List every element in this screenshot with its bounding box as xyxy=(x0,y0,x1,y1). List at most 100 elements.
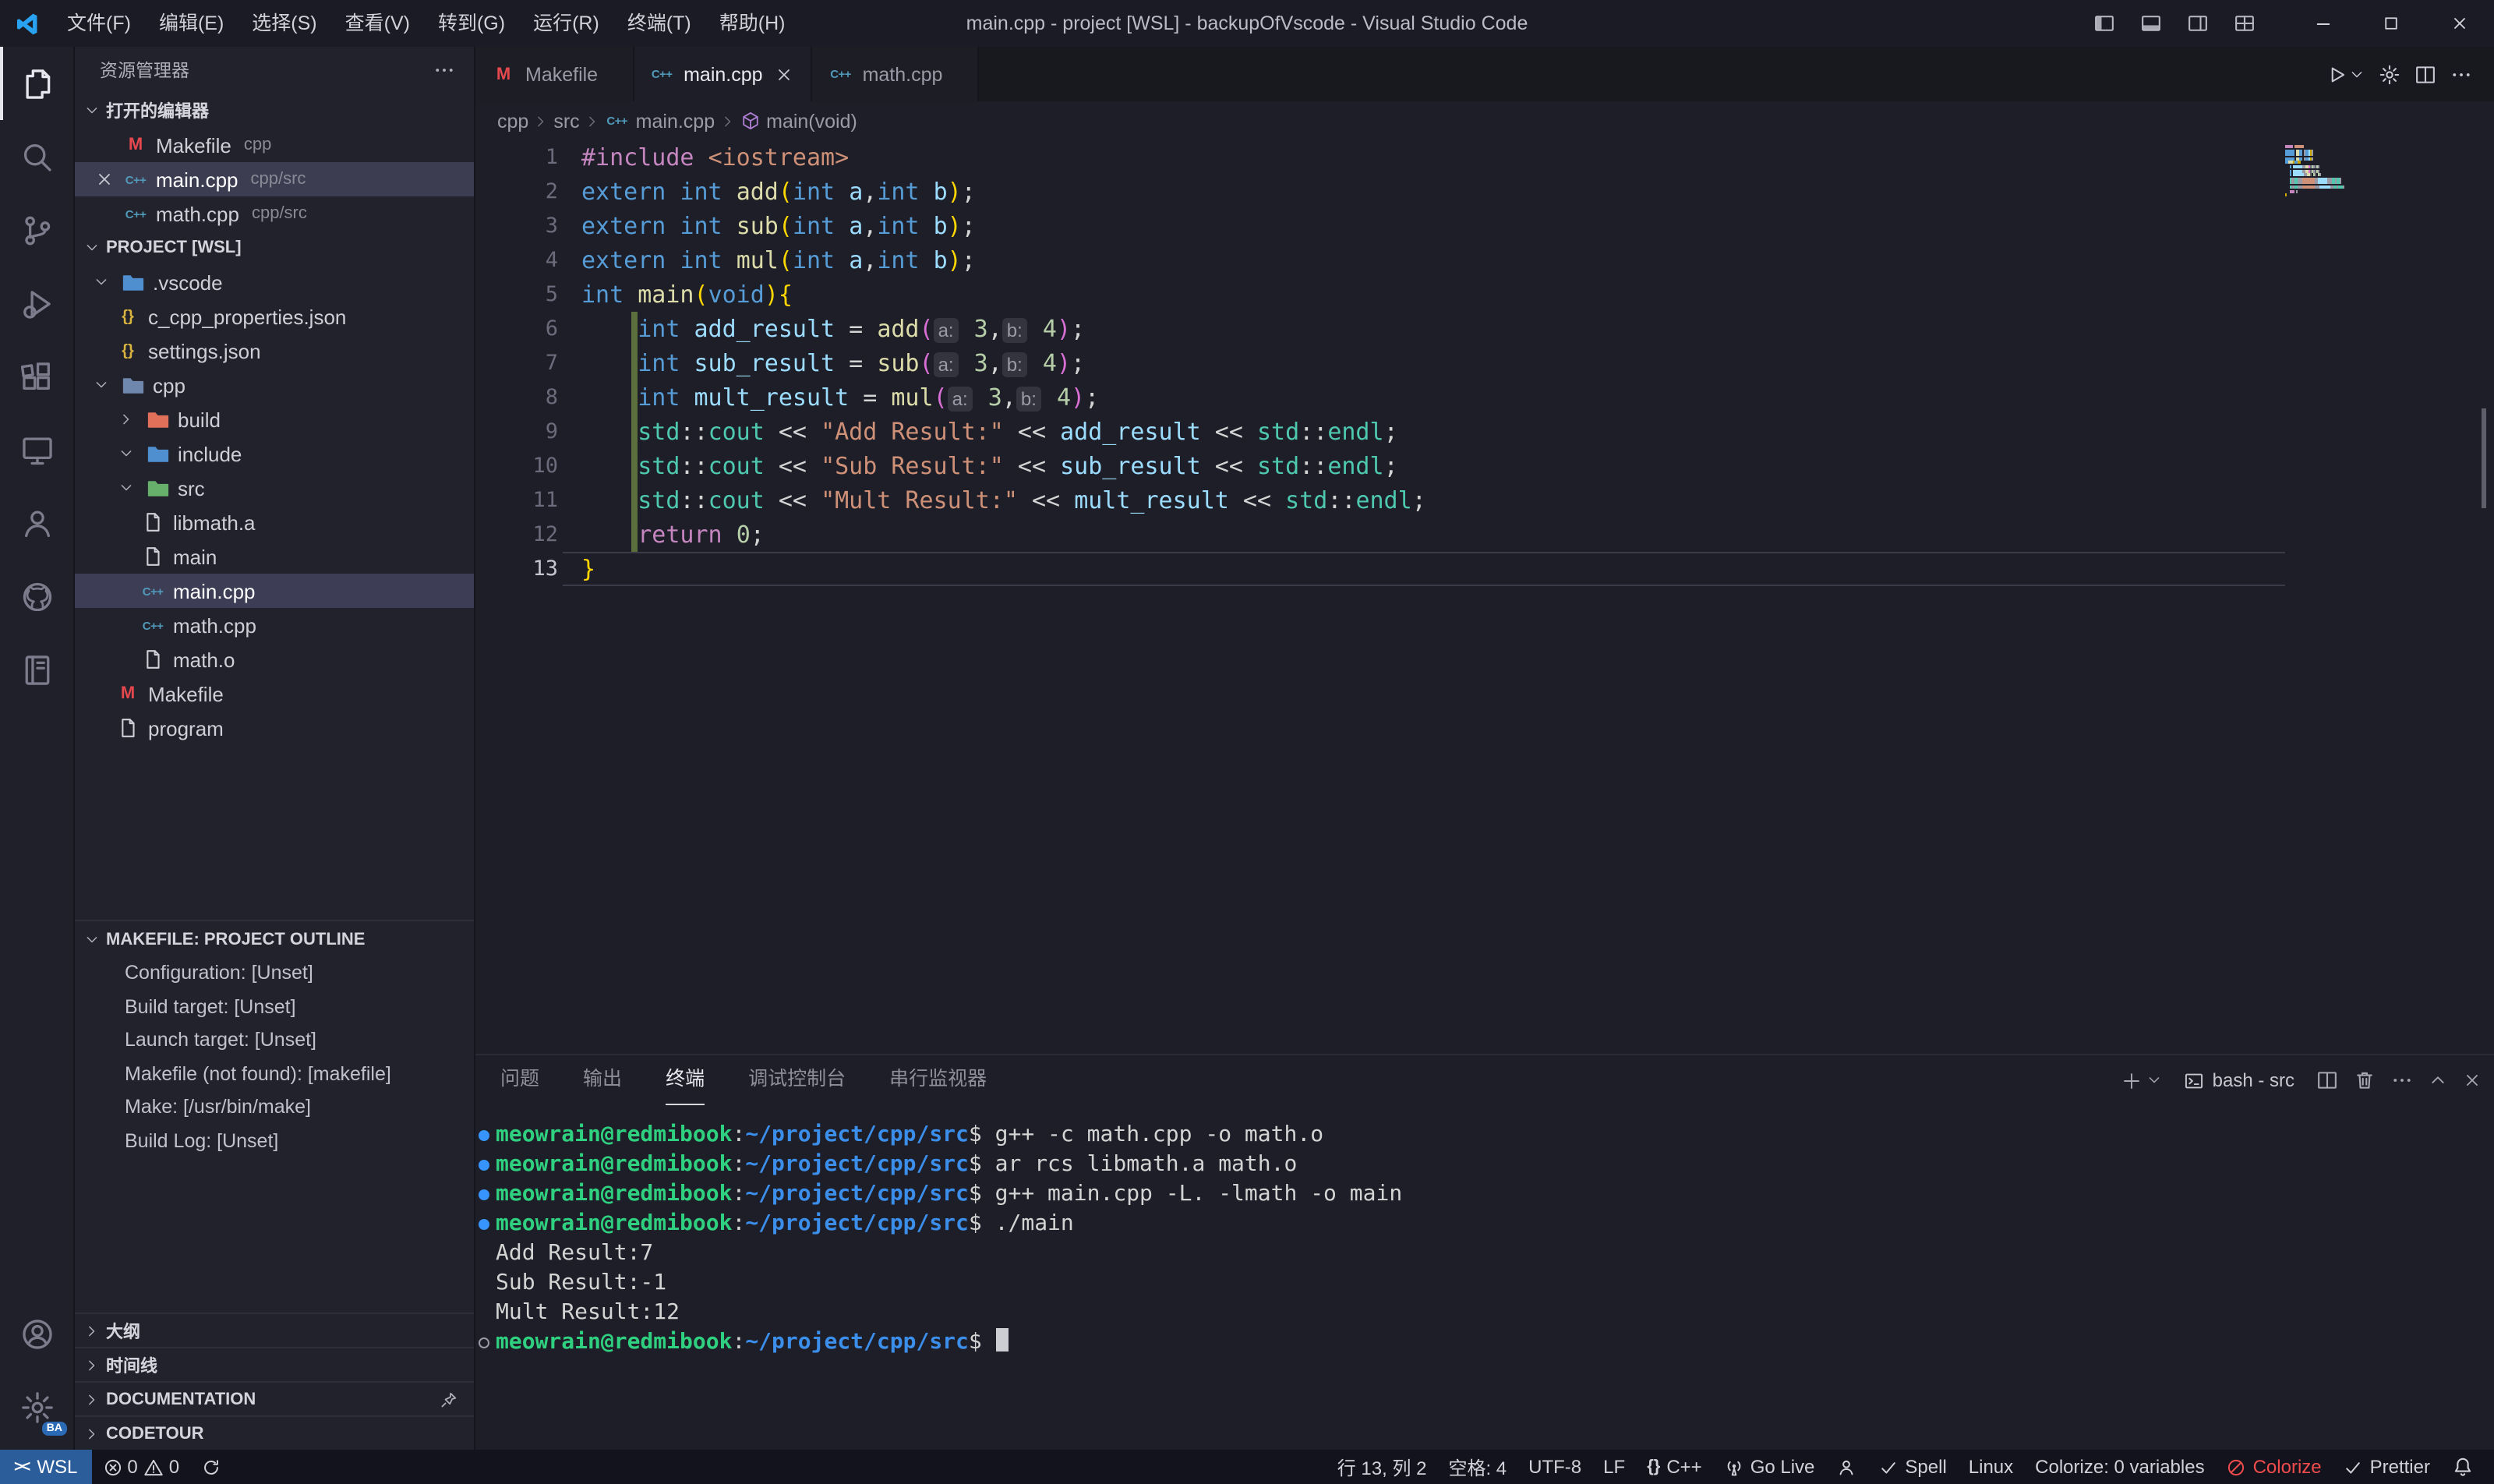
code-line-13[interactable]: 13} xyxy=(475,552,2494,586)
status-prettier[interactable]: Prettier xyxy=(2333,1450,2441,1484)
panel-tab-问题[interactable]: 问题 xyxy=(500,1055,539,1105)
activity-run-debug[interactable] xyxy=(0,267,73,340)
plus-button[interactable] xyxy=(2122,1070,2143,1090)
tree-item-c_cpp_properties.json[interactable]: {}c_cpp_properties.json xyxy=(75,299,474,334)
chev-down-button[interactable] xyxy=(2147,1072,2163,1088)
layout-grid-button[interactable] xyxy=(2229,0,2260,47)
gear-button[interactable] xyxy=(2379,63,2400,85)
menu-编辑(E)[interactable]: 编辑(E) xyxy=(145,0,238,47)
menu-选择(S)[interactable]: 选择(S) xyxy=(238,0,330,47)
tree-item-program[interactable]: program xyxy=(75,711,474,745)
code-line-6[interactable]: 6 int add_result = add(a: 3,b: 4); xyxy=(475,312,2494,346)
activity-settings[interactable]: BA xyxy=(0,1370,73,1443)
open-editors-header[interactable]: 打开的编辑器 xyxy=(75,94,474,128)
status-cursor-position[interactable]: 行 13, 列 2 xyxy=(1326,1450,1438,1484)
code-line-3[interactable]: 3extern int sub(int a,int b); xyxy=(475,209,2494,243)
outline-item[interactable]: Configuration: [Unset] xyxy=(75,957,474,991)
problems-status[interactable]: 00 xyxy=(91,1450,190,1484)
status-live-share[interactable] xyxy=(1825,1450,1867,1484)
tree-item-include[interactable]: include xyxy=(75,436,474,471)
trash-button[interactable] xyxy=(2354,1069,2376,1091)
menu-终端(T)[interactable]: 终端(T) xyxy=(613,0,705,47)
status-notifications[interactable] xyxy=(2441,1450,2485,1484)
chev-up-button[interactable] xyxy=(2429,1071,2447,1090)
outline-item[interactable]: Build Log: [Unset] xyxy=(75,1125,474,1158)
code-editor[interactable]: 1#include <iostream>2extern int add(int … xyxy=(475,140,2494,1054)
command-success-icon[interactable] xyxy=(479,1130,489,1141)
command-pending-icon[interactable] xyxy=(479,1337,489,1348)
tab-Makefile[interactable]: MMakefile xyxy=(475,47,634,101)
breadcrumb-item[interactable]: src xyxy=(553,110,579,132)
outline-item[interactable]: Launch target: [Unset] xyxy=(75,1024,474,1058)
project-section-header[interactable]: PROJECT [WSL] xyxy=(75,231,474,265)
panel-tab-终端[interactable]: 终端 xyxy=(666,1055,705,1105)
open-editor-main.cpp[interactable]: C++main.cppcpp/src xyxy=(75,162,474,196)
activity-explorer[interactable] xyxy=(0,47,73,120)
close-icon[interactable] xyxy=(94,170,115,189)
activity-notebook[interactable] xyxy=(0,633,73,706)
code-line-2[interactable]: 2extern int add(int a,int b); xyxy=(475,175,2494,209)
close-icon[interactable] xyxy=(772,65,796,83)
section-大纲[interactable]: 大纲 xyxy=(75,1313,474,1347)
code-line-1[interactable]: 1#include <iostream> xyxy=(475,140,2494,175)
panel-tab-调试控制台[interactable]: 调试控制台 xyxy=(748,1055,846,1105)
close-button[interactable] xyxy=(2463,1071,2482,1090)
code-line-9[interactable]: 9 std::cout << "Add Result:" << add_resu… xyxy=(475,415,2494,449)
open-editor-Makefile[interactable]: MMakefilecpp xyxy=(75,128,474,162)
menu-帮助(H)[interactable]: 帮助(H) xyxy=(705,0,800,47)
activity-github[interactable] xyxy=(0,560,73,633)
activity-remote-explorer[interactable] xyxy=(0,413,73,486)
makefile-outline-header[interactable]: MAKEFILE: PROJECT OUTLINE xyxy=(75,920,474,957)
command-success-icon[interactable] xyxy=(479,1189,489,1200)
command-success-icon[interactable] xyxy=(479,1219,489,1230)
layout-sidebar-left-button[interactable] xyxy=(2089,0,2120,47)
activity-source-control[interactable] xyxy=(0,193,73,267)
code-line-7[interactable]: 7 int sub_result = sub(a: 3,b: 4); xyxy=(475,346,2494,380)
breadcrumb-item[interactable]: cpp xyxy=(497,110,528,132)
tree-item-settings.json[interactable]: {}settings.json xyxy=(75,334,474,368)
status-eol[interactable]: LF xyxy=(1592,1450,1636,1484)
status-spell-checker[interactable]: Spell xyxy=(1867,1450,1957,1484)
panel-tab-串行监视器[interactable]: 串行监视器 xyxy=(889,1055,987,1105)
status-go-live[interactable]: Go Live xyxy=(1713,1450,1826,1484)
menu-转到(G)[interactable]: 转到(G) xyxy=(424,0,519,47)
menu-文件(F)[interactable]: 文件(F) xyxy=(53,0,145,47)
terminal-instance[interactable]: bash - src xyxy=(2185,1069,2294,1091)
tree-item-main.cpp[interactable]: C++main.cpp xyxy=(75,574,474,608)
tree-item-math.o[interactable]: math.o xyxy=(75,642,474,677)
tree-item-cpp[interactable]: cpp xyxy=(75,368,474,402)
code-line-5[interactable]: 5int main(void){ xyxy=(475,277,2494,312)
code-line-12[interactable]: 12 return 0; xyxy=(475,518,2494,552)
layout-panel-button[interactable] xyxy=(2135,0,2167,47)
outline-item[interactable]: Makefile (not found): [makefile] xyxy=(75,1058,474,1091)
activity-account[interactable] xyxy=(0,1297,73,1370)
code-line-4[interactable]: 4extern int mul(int a,int b); xyxy=(475,243,2494,277)
breadcrumb-item[interactable]: C++main.cpp xyxy=(605,110,715,132)
play-button[interactable] xyxy=(2326,63,2347,85)
status-linux[interactable]: Linux xyxy=(1958,1450,2024,1484)
tab-main.cpp[interactable]: C++main.cpp xyxy=(634,47,812,101)
remote-indicator[interactable]: >< WSL xyxy=(0,1450,91,1484)
code-line-8[interactable]: 8 int mult_result = mul(a: 3,b: 4); xyxy=(475,380,2494,415)
tree-item-main[interactable]: main xyxy=(75,539,474,574)
tree-item-src[interactable]: src xyxy=(75,471,474,505)
section-时间线[interactable]: 时间线 xyxy=(75,1347,474,1381)
tree-item-Makefile[interactable]: MMakefile xyxy=(75,677,474,711)
tree-item-math.cpp[interactable]: C++math.cpp xyxy=(75,608,474,642)
tree-item-libmath.a[interactable]: libmath.a xyxy=(75,505,474,539)
code-line-10[interactable]: 10 std::cout << "Sub Result:" << sub_res… xyxy=(475,449,2494,483)
tree-item-.vscode[interactable]: .vscode xyxy=(75,265,474,299)
status-colorize[interactable]: Colorize xyxy=(2216,1450,2333,1484)
status-language-mode[interactable]: {}C++ xyxy=(1636,1450,1713,1484)
breadcrumb-item[interactable]: main(void) xyxy=(740,110,857,132)
status-colorize-variables[interactable]: Colorize: 0 variables xyxy=(2024,1450,2215,1484)
section-CODETOUR[interactable]: CODETOUR xyxy=(75,1415,474,1450)
minimap[interactable] xyxy=(2285,145,2388,197)
layout-sidebar-right-button[interactable] xyxy=(2182,0,2213,47)
tab-math.cpp[interactable]: C++math.cpp xyxy=(813,47,979,101)
more-button[interactable] xyxy=(2450,63,2472,85)
open-editor-math.cpp[interactable]: C++math.cppcpp/src xyxy=(75,196,474,231)
pin-icon[interactable] xyxy=(440,1390,458,1408)
split-button[interactable] xyxy=(2415,63,2436,85)
more-button[interactable] xyxy=(2391,1069,2413,1091)
